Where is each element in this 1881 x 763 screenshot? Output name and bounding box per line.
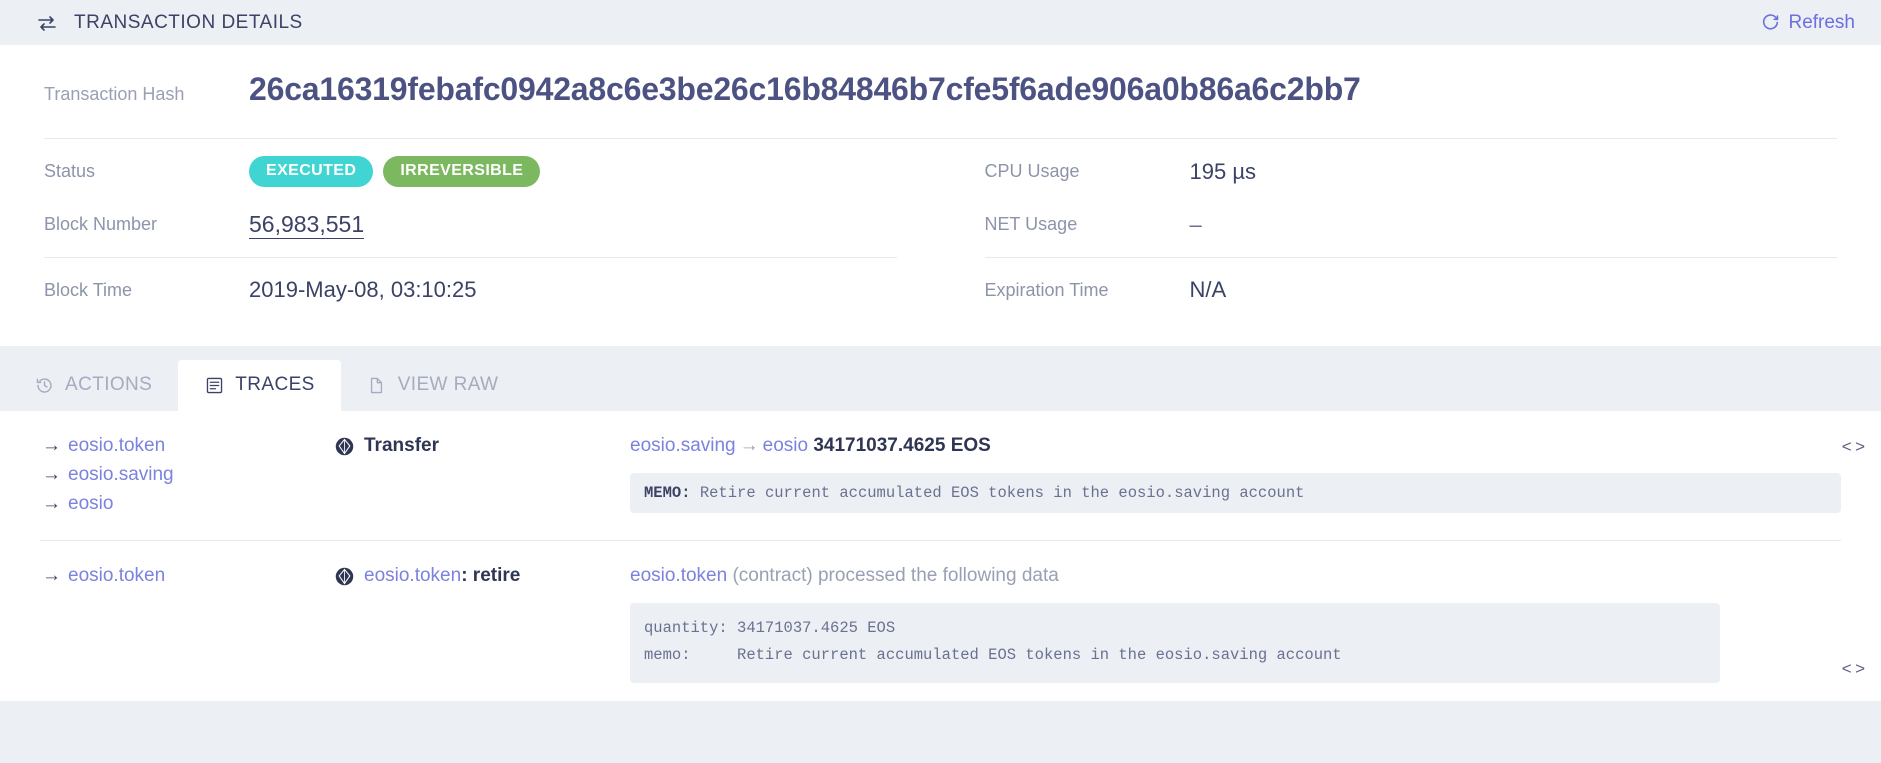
transaction-summary-card: Transaction Hash 26ca16319febafc0942a8c6… xyxy=(0,45,1881,322)
refresh-label: Refresh xyxy=(1788,11,1855,33)
cpu-usage-row: CPU Usage 195 µs xyxy=(985,145,1838,198)
status-badge-irreversible: IRREVERSIBLE xyxy=(383,156,541,187)
data-line: memo: Retire current accumulated EOS tok… xyxy=(644,646,1342,665)
arrow-icon: → xyxy=(42,464,61,485)
block-number-link[interactable]: 56,983,551 xyxy=(249,211,365,239)
eos-logo-icon xyxy=(335,567,354,586)
tab-view-raw[interactable]: VIEW RAW xyxy=(341,360,525,411)
trace-action-name: eosio.token: retire xyxy=(364,565,521,586)
page-title: TRANSACTION DETAILS xyxy=(74,11,303,33)
list-item[interactable]: → eosio.token xyxy=(42,435,335,457)
status-badge-executed: EXECUTED xyxy=(249,156,374,187)
cpu-usage-value: 195 µs xyxy=(1189,158,1257,184)
traces-panel: → eosio.token → eosio.saving → eosio Tra… xyxy=(0,411,1881,702)
list-item[interactable]: → eosio xyxy=(42,493,335,515)
tab-traces[interactable]: TRACES xyxy=(178,360,341,411)
memo-value: Retire current accumulated EOS tokens in… xyxy=(699,484,1305,502)
block-time-label: Block Time xyxy=(44,279,133,300)
trace-action-label: retire xyxy=(472,565,521,586)
arrow-icon: → xyxy=(739,435,759,456)
contract-link[interactable]: eosio.token xyxy=(630,565,727,586)
transfer-memo: MEMO: Retire current accumulated EOS tok… xyxy=(630,473,1841,513)
trace-action: Transfer xyxy=(335,435,630,522)
status-badges: EXECUTED IRREVERSIBLE xyxy=(249,156,541,187)
transaction-hash-label: Transaction Hash xyxy=(44,84,185,104)
code-brackets-icon[interactable]: < > xyxy=(1842,437,1866,457)
history-clock-icon xyxy=(34,375,54,395)
transaction-details-page: TRANSACTION DETAILS Refresh Transaction … xyxy=(0,0,1881,763)
status-row: Status EXECUTED IRREVERSIBLE xyxy=(44,145,897,198)
block-time-row: Block Time 2019-May-08, 03:10:25 xyxy=(44,258,897,322)
page-header: TRANSACTION DETAILS Refresh xyxy=(0,0,1881,45)
trace-accounts: → eosio.token → eosio.saving → eosio xyxy=(40,435,335,522)
status-label: Status xyxy=(44,161,96,181)
list-item[interactable]: → eosio.token xyxy=(42,565,335,587)
summary-column-right: CPU Usage 195 µs NET Usage – Expiration … xyxy=(941,139,1838,322)
transaction-hash-row: Transaction Hash 26ca16319febafc0942a8c6… xyxy=(44,45,1837,139)
list-item[interactable]: → eosio.saving xyxy=(42,464,335,486)
tab-actions[interactable]: ACTIONS xyxy=(8,360,178,411)
contract-summary-text: (contract) processed the following data xyxy=(732,565,1059,586)
account-link[interactable]: eosio.token xyxy=(68,435,165,456)
trace-action: eosio.token: retire xyxy=(335,565,630,683)
block-number-label: Block Number xyxy=(44,214,158,234)
expiration-time-value: N/A xyxy=(1189,277,1227,302)
transfer-to-link[interactable]: eosio xyxy=(763,435,808,456)
expiration-time-row: Expiration Time N/A xyxy=(985,258,1838,322)
net-usage-label: NET Usage xyxy=(984,214,1078,234)
trace-accounts: → eosio.token xyxy=(40,565,335,683)
tab-view-raw-label: VIEW RAW xyxy=(397,374,499,395)
account-link[interactable]: eosio.saving xyxy=(68,464,174,485)
transfer-summary: eosio.saving → eosio 34171037.4625 EOS xyxy=(630,435,1841,457)
tab-traces-label: TRACES xyxy=(235,374,315,395)
contract-summary: eosio.token (contract) processed the fol… xyxy=(630,565,1841,587)
trace-action-contract-link[interactable]: eosio.token xyxy=(364,565,461,586)
list-lines-icon xyxy=(204,375,224,395)
transfer-arrows-icon xyxy=(36,12,58,34)
document-icon xyxy=(367,375,387,395)
arrow-icon: → xyxy=(42,435,61,456)
transfer-amount: 34171037.4625 EOS xyxy=(813,435,991,456)
summary-columns: Status EXECUTED IRREVERSIBLE Block Numbe… xyxy=(44,139,1837,322)
refresh-icon xyxy=(1761,13,1780,32)
summary-column-left: Status EXECUTED IRREVERSIBLE Block Numbe… xyxy=(44,139,941,322)
net-usage-row: NET Usage – xyxy=(985,198,1838,251)
memo-key: MEMO: xyxy=(644,484,691,502)
transfer-from-link[interactable]: eosio.saving xyxy=(630,435,736,456)
trace-row: → eosio.token eosio.token: retire eosio.t… xyxy=(40,540,1866,701)
arrow-icon: → xyxy=(42,493,61,514)
account-link[interactable]: eosio.token xyxy=(68,565,165,586)
tabs-container: ACTIONS TRACES VIEW RAW xyxy=(0,346,1881,411)
expiration-time-label: Expiration Time xyxy=(984,279,1109,300)
trace-body: eosio.token (contract) processed the fol… xyxy=(630,565,1866,684)
account-link[interactable]: eosio xyxy=(68,493,113,514)
arrow-icon: → xyxy=(42,565,61,586)
action-data-box: quantity: 34171037.4625 EOS memo: Retire … xyxy=(630,603,1720,684)
refresh-button[interactable]: Refresh xyxy=(1761,12,1855,34)
transaction-hash-value: 26ca16319febafc0942a8c6e3be26c16b84846b7… xyxy=(249,71,1361,107)
tab-actions-label: ACTIONS xyxy=(65,374,153,395)
trace-action-name: Transfer xyxy=(364,435,439,456)
code-brackets-icon[interactable]: < > xyxy=(1842,659,1866,679)
trace-body: eosio.saving → eosio 34171037.4625 EOS MEM… xyxy=(630,435,1866,522)
block-number-row: Block Number 56,983,551 xyxy=(44,198,897,251)
eos-logo-icon xyxy=(335,437,354,456)
cpu-usage-label: CPU Usage xyxy=(984,161,1080,181)
tab-bar: ACTIONS TRACES VIEW RAW xyxy=(0,359,1881,411)
block-time-value: 2019-May-08, 03:10:25 xyxy=(249,277,477,302)
trace-row: → eosio.token → eosio.saving → eosio Tra… xyxy=(40,411,1866,540)
summary-card-bottom-spacer xyxy=(0,322,1881,346)
page-header-left: TRANSACTION DETAILS xyxy=(36,12,303,34)
net-usage-value: – xyxy=(1189,211,1202,237)
data-line: quantity: 34171037.4625 EOS xyxy=(644,619,896,637)
